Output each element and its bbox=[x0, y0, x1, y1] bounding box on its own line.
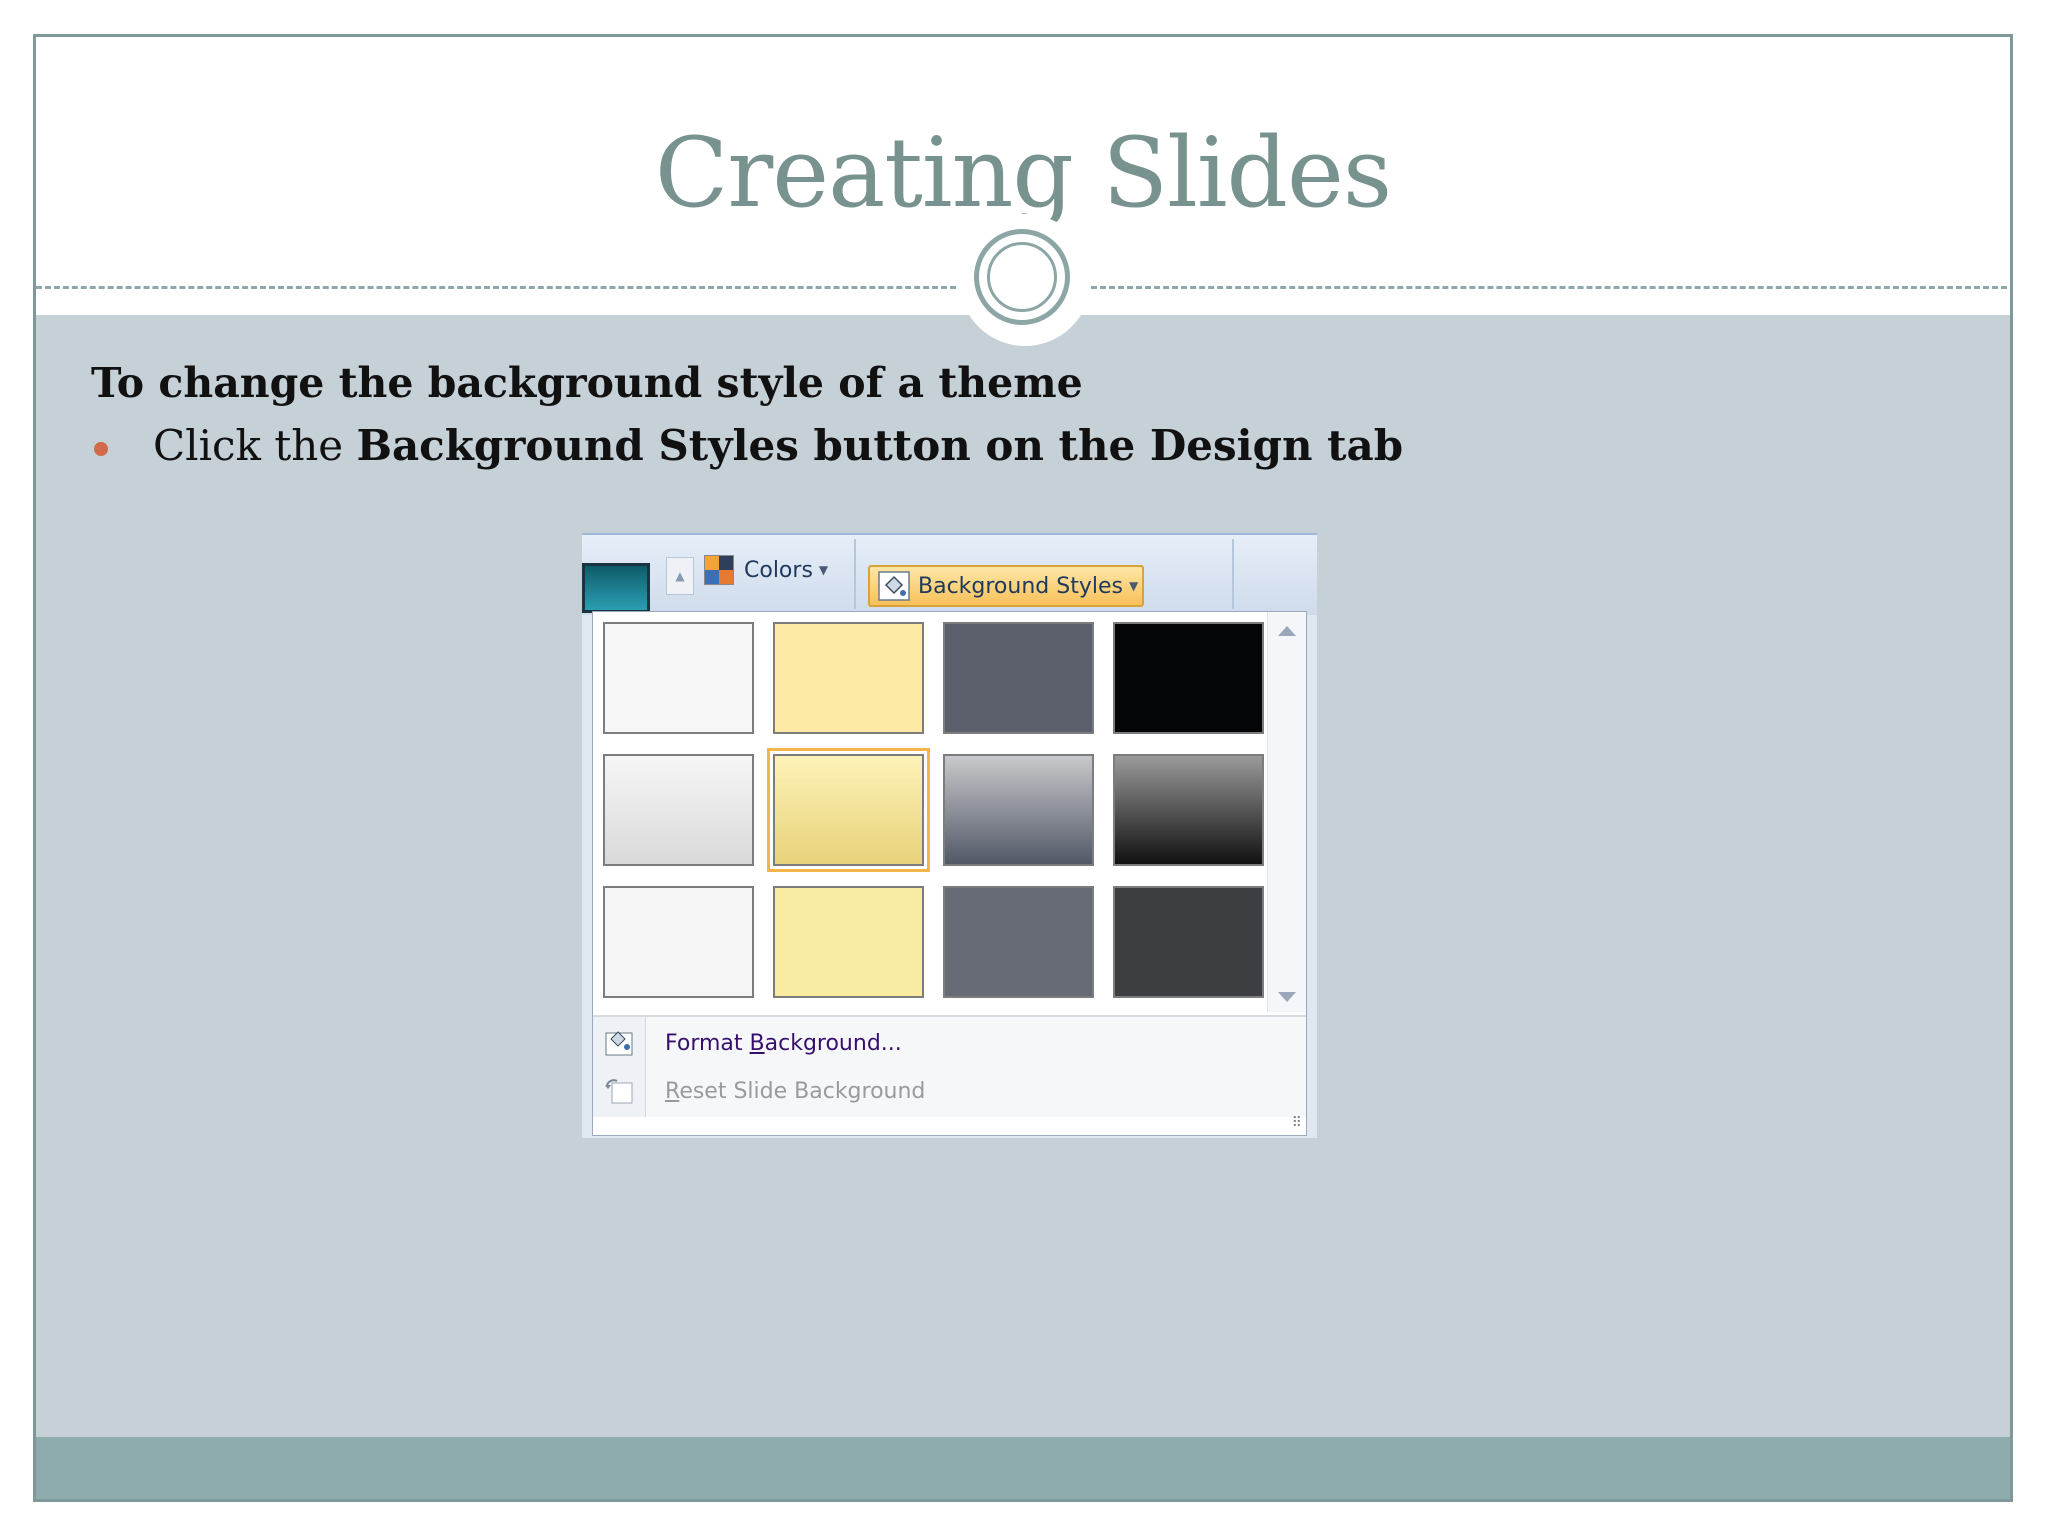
footer-band bbox=[36, 1437, 2010, 1499]
background-styles-screenshot: ▲ Colors ▼ Background Styles ▼ Format Ba… bbox=[582, 533, 1317, 1138]
background-style-tile[interactable] bbox=[943, 886, 1094, 998]
bullet-icon bbox=[94, 442, 108, 456]
background-style-tile[interactable] bbox=[943, 622, 1094, 734]
background-styles-label: Background Styles bbox=[918, 573, 1123, 599]
background-style-tile[interactable] bbox=[943, 754, 1094, 866]
reset-background-icon bbox=[605, 1079, 633, 1104]
background-style-tile[interactable] bbox=[603, 754, 754, 866]
background-style-tile[interactable] bbox=[773, 622, 924, 734]
background-style-tile[interactable] bbox=[603, 886, 754, 998]
background-styles-button[interactable]: Background Styles ▼ bbox=[868, 565, 1144, 607]
divider-right bbox=[1091, 286, 2010, 289]
colors-label: Colors bbox=[744, 557, 813, 583]
theme-scroll-up-button[interactable]: ▲ bbox=[666, 557, 694, 595]
bullet-bold: Background Styles button on the Design t… bbox=[356, 421, 1404, 470]
bullet-text: Click the Background Styles button on th… bbox=[153, 421, 1403, 470]
divider-left bbox=[36, 286, 956, 289]
background-style-tile[interactable] bbox=[773, 886, 924, 998]
theme-thumbnail[interactable] bbox=[582, 563, 650, 613]
reset-background-menu-item[interactable]: Reset Slide Background bbox=[665, 1079, 925, 1104]
chevron-down-icon: ▼ bbox=[818, 563, 829, 577]
resize-grip-icon[interactable]: ⠿ bbox=[1292, 1115, 1302, 1131]
ribbon-separator bbox=[1232, 539, 1234, 609]
background-style-tile[interactable] bbox=[1113, 886, 1264, 998]
ribbon: ▲ Colors ▼ Background Styles ▼ bbox=[582, 533, 1317, 615]
background-styles-gallery: Format Background... Reset Slide Backgro… bbox=[592, 611, 1307, 1136]
gallery-scrollbar[interactable] bbox=[1267, 612, 1306, 1012]
slide-title: Creating Slides bbox=[654, 117, 1392, 229]
background-style-tile[interactable] bbox=[1113, 622, 1264, 734]
colors-swatch-icon bbox=[704, 555, 734, 585]
circle-ornament-inner bbox=[987, 242, 1057, 312]
colors-button[interactable]: Colors ▼ bbox=[704, 553, 828, 587]
background-style-tile[interactable] bbox=[603, 622, 754, 734]
slide: Creating Slides To change the background… bbox=[33, 34, 2013, 1502]
chevron-down-icon: ▼ bbox=[1128, 579, 1139, 593]
ribbon-separator bbox=[854, 539, 856, 609]
gallery-menu: Format Background... Reset Slide Backgro… bbox=[593, 1015, 1306, 1117]
paint-bucket-icon bbox=[878, 571, 910, 601]
background-style-tile[interactable] bbox=[1113, 754, 1264, 866]
format-background-icon bbox=[605, 1031, 633, 1056]
scroll-up-icon[interactable] bbox=[1278, 626, 1296, 636]
bullet-prefix: Click the bbox=[153, 421, 357, 470]
scroll-down-icon[interactable] bbox=[1278, 992, 1296, 1002]
background-style-tile[interactable] bbox=[767, 748, 930, 872]
slide-heading: To change the background style of a them… bbox=[91, 359, 1083, 407]
format-background-menu-item[interactable]: Format Background... bbox=[665, 1031, 902, 1056]
